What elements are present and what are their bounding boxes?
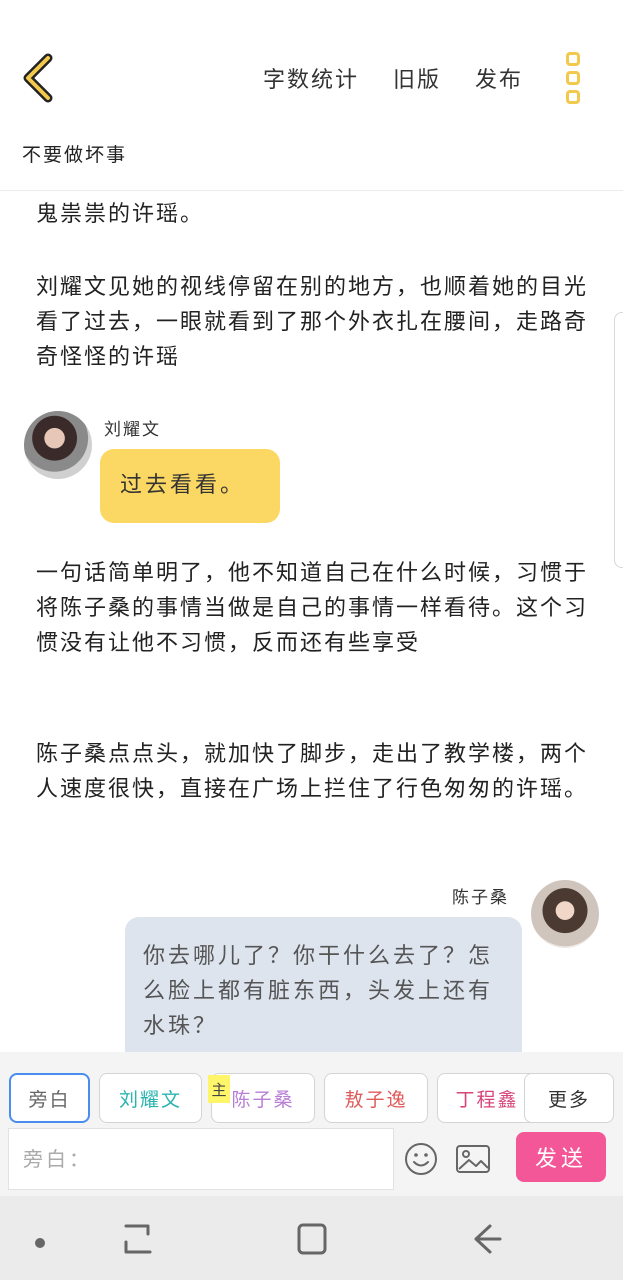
old-version-button[interactable]: 旧版 — [393, 62, 441, 94]
app-header: 字数统计 旧版 发布 — [0, 0, 623, 130]
back-button[interactable] — [18, 52, 62, 104]
character-liu-yaowen[interactable]: 刘耀文 — [99, 1073, 202, 1123]
paragraph-1: 鬼祟祟的许瑶。 — [36, 202, 205, 227]
dialog-bubble-right[interactable]: 你去哪儿了？你干什么去了？怎么脸上都有脏东西，头发上还有水珠？ — [125, 917, 522, 1053]
speaker-name-left: 刘耀文 — [104, 420, 161, 440]
paragraph-3: 一句话简单明了，他不知道自己在什么时候，习惯于将陈子桑的事情当做是自己的事情一样… — [36, 561, 589, 656]
character-ding-chengxin[interactable]: 丁程鑫 — [437, 1073, 537, 1123]
avatar-chen-zisang[interactable] — [531, 880, 599, 948]
speaker-name-right: 陈子桑 — [452, 888, 509, 908]
document-title: 不要做坏事 — [22, 144, 128, 166]
character-selector: 旁白 刘耀文 陈子桑 敖子逸 丁程鑫 更多 — [0, 1052, 623, 1128]
main-character-badge: 主 — [208, 1075, 230, 1103]
dialog-text-right: 你去哪儿了？你干什么去了？怎么脸上都有脏东西，头发上还有水珠？ — [143, 944, 494, 1039]
paragraph-4: 陈子桑点点头，就加快了脚步，走出了教学楼，两个人速度很快，直接在广场上拦住了行色… — [36, 742, 589, 802]
paragraph-2: 刘耀文见她的视线停留在别的地方，也顺着她的目光看了过去，一眼就看到了那个外衣扎在… — [36, 275, 589, 370]
dialog-bubble-left[interactable]: 过去看看。 — [100, 449, 280, 523]
send-button[interactable]: 发送 — [516, 1132, 606, 1182]
avatar-liu-yaowen[interactable] — [24, 411, 92, 479]
character-narrator[interactable]: 旁白 — [9, 1073, 90, 1123]
home-icon[interactable] — [296, 1222, 328, 1260]
message-input-box — [8, 1128, 394, 1190]
system-navigation-bar — [0, 1196, 623, 1280]
more-characters-button[interactable]: 更多 — [524, 1073, 614, 1123]
story-content[interactable]: 鬼祟祟的许瑶。 刘耀文见她的视线停留在别的地方，也顺着她的目光看了过去，一眼就看… — [0, 191, 623, 1053]
input-bar: 发送 — [0, 1128, 623, 1196]
publish-button[interactable]: 发布 — [475, 62, 523, 94]
message-input[interactable] — [9, 1129, 393, 1189]
kebab-menu-icon[interactable] — [562, 52, 584, 104]
back-arrow-icon[interactable] — [470, 1222, 504, 1260]
smiley-icon[interactable] — [404, 1142, 438, 1176]
dialog-text-left: 过去看看。 — [120, 473, 246, 498]
chevron-left-icon — [23, 53, 53, 103]
top-actions: 字数统计 旧版 发布 — [263, 62, 523, 94]
dot-icon[interactable] — [34, 1234, 46, 1253]
scrollbar-handle[interactable] — [614, 312, 623, 568]
recents-icon[interactable] — [122, 1222, 154, 1262]
character-ao-ziyi[interactable]: 敖子逸 — [324, 1073, 428, 1123]
word-count-button[interactable]: 字数统计 — [263, 62, 359, 94]
image-icon[interactable] — [455, 1143, 491, 1175]
